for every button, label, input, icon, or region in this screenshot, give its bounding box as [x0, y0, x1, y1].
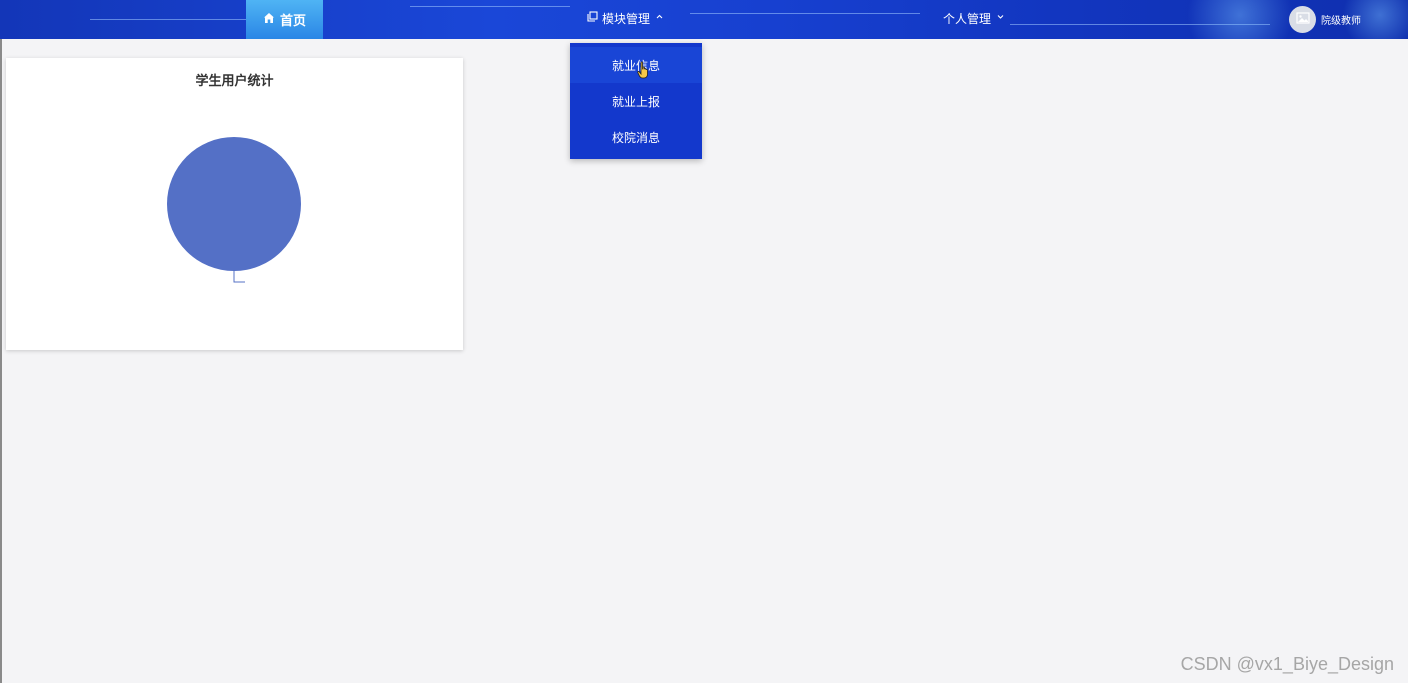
- top-nav-bar: 首页 模块管理 个人管理 院级教师: [0, 0, 1408, 39]
- dropdown-item-school-message[interactable]: 校院消息: [570, 119, 702, 155]
- pie-slice[interactable]: [167, 137, 301, 271]
- chevron-down-icon: [995, 11, 1006, 25]
- hand-cursor-icon: [637, 61, 648, 79]
- user-menu[interactable]: 院级教师: [1289, 5, 1361, 34]
- copy-icon: [587, 11, 598, 25]
- nav-home-tab[interactable]: 首页: [246, 0, 323, 39]
- decor-streak: [410, 6, 570, 7]
- pie-chart: [167, 137, 301, 283]
- module-dropdown: 就业信息 就业上报 校院消息: [570, 43, 702, 159]
- avatar[interactable]: [1289, 6, 1316, 33]
- dropdown-item-employment-report[interactable]: 就业上报: [570, 83, 702, 119]
- decor-streak: [690, 13, 920, 14]
- user-name: 院级教师: [1321, 16, 1361, 27]
- watermark-text: CSDN @vx1_Biye_Design: [1180, 654, 1394, 674]
- image-placeholder-icon: [1295, 10, 1310, 29]
- student-user-stats-card: 学生用户统计: [6, 58, 463, 350]
- decor-glow: [1180, 0, 1300, 39]
- home-icon: [263, 12, 275, 28]
- nav-module-label: 模块管理: [602, 11, 651, 26]
- nav-module-menu[interactable]: 模块管理: [587, 0, 665, 36]
- pie-label-line: [233, 271, 245, 283]
- chevron-up-icon: [654, 11, 665, 25]
- nav-home-label: 首页: [279, 14, 306, 29]
- window-edge: [0, 0, 2, 683]
- dropdown-item-employment-info[interactable]: 就业信息: [570, 47, 702, 83]
- nav-personal-label: 个人管理: [943, 11, 992, 26]
- decor-streak: [90, 19, 260, 20]
- nav-personal-menu[interactable]: 个人管理: [943, 0, 1006, 36]
